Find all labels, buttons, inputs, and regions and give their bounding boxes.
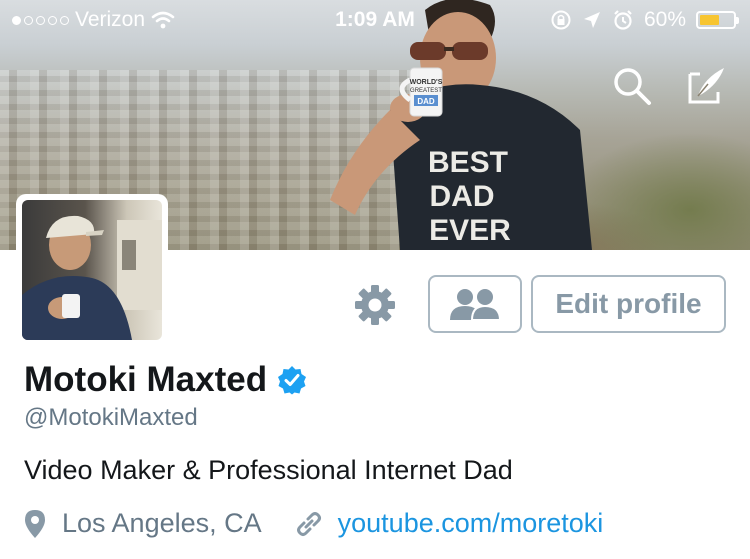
avatar-photo	[22, 215, 162, 340]
mug-text-3: DAD	[417, 97, 435, 106]
profile-handle: @MotokiMaxted	[24, 404, 198, 431]
people-icon	[450, 289, 502, 321]
shirt-text-2: DAD	[430, 180, 495, 213]
link-icon	[294, 509, 324, 539]
shirt-text-3: EVER	[429, 214, 511, 247]
lists-people-button[interactable]	[428, 275, 522, 333]
alarm-icon	[614, 10, 632, 30]
edit-profile-button[interactable]: Edit profile	[531, 275, 726, 333]
mug-text-1: WORLD'S	[410, 79, 443, 86]
status-bar-right: 60%	[550, 8, 739, 32]
search-button[interactable]	[608, 62, 656, 110]
avatar-frame[interactable]	[16, 194, 168, 346]
status-bar: Verizon 1:09 AM 60%	[0, 0, 750, 40]
battery-level	[700, 15, 719, 25]
verified-badge-icon	[278, 366, 307, 395]
gear-icon	[355, 285, 395, 325]
compose-tweet-button[interactable]	[682, 62, 730, 110]
location-pin-icon	[24, 509, 46, 539]
mug-text-2: GREATEST	[410, 88, 442, 94]
location-arrow-icon	[583, 12, 600, 28]
rotation-lock-icon	[551, 10, 571, 30]
shirt-text-1: BEST	[428, 146, 508, 179]
profile-meta: Los Angeles, CA youtube.com/moretoki	[24, 508, 603, 539]
profile-location: Los Angeles, CA	[62, 508, 262, 538]
search-icon	[614, 68, 651, 105]
profile-name-row: Motoki Maxted	[24, 360, 307, 400]
avatar[interactable]	[22, 200, 162, 340]
settings-button[interactable]	[352, 282, 398, 328]
profile-name: Motoki Maxted	[24, 360, 268, 399]
profile-website-link[interactable]: youtube.com/moretoki	[338, 508, 604, 539]
battery-icon	[696, 11, 739, 29]
compose-tweet-icon	[688, 68, 724, 104]
profile-bio: Video Maker & Professional Internet Dad	[24, 455, 513, 485]
battery-percent: 60%	[643, 8, 686, 31]
